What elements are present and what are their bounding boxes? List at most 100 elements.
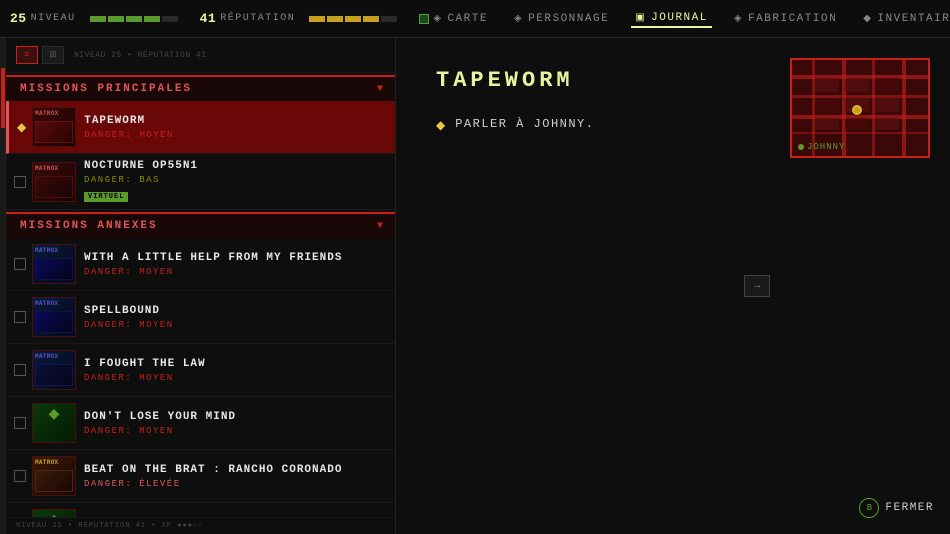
main-missions-header[interactable]: MISSIONS PRINCIPALES ▼ bbox=[6, 75, 395, 101]
thumb-img-mind: ◆ bbox=[33, 404, 75, 442]
nav-personnage[interactable]: ◈ PERSONNAGE bbox=[510, 11, 613, 27]
thumb-art-spellbound bbox=[35, 311, 73, 333]
thumb-brat-glen: ◆ bbox=[32, 509, 76, 517]
rep-value: 41 bbox=[200, 11, 217, 26]
journal-icon: ▣ bbox=[635, 12, 646, 24]
mission-name-mind: DON'T LOSE YOUR MIND bbox=[84, 411, 387, 423]
navbar: 25 NIVEAU 41 RÉPUTATION ◈ CA bbox=[0, 0, 950, 38]
checkbox-mind bbox=[14, 417, 26, 429]
rep-bar-segments bbox=[309, 16, 397, 22]
mission-name-brat-rancho: BEAT ON THE BRAT : RANCHO CORONADO bbox=[84, 464, 387, 476]
sidebar-view-btn-2[interactable]: ⊞ bbox=[42, 46, 64, 64]
missions-list: MISSIONS PRINCIPALES ▼ ◆ MATROX TAPEWORM… bbox=[6, 73, 395, 517]
thumb-img-friends: MATROX bbox=[33, 245, 75, 283]
fabrication-icon: ◈ bbox=[734, 13, 743, 25]
thumb-tapeworm: MATROX bbox=[32, 107, 76, 147]
thumb-art-tapeworm bbox=[35, 121, 73, 143]
sidebar-bottom-text: NIVEAU 25 • RÉPUTATION 41 • XP ●●●○○ bbox=[16, 522, 203, 530]
rep-label: RÉPUTATION bbox=[220, 13, 295, 24]
mission-nocturne[interactable]: MATROX NOCTURNE OP55N1 DANGER: BAS VIRTU… bbox=[6, 154, 395, 210]
mission-friends[interactable]: MATROX WITH A LITTLE HELP FROM MY FRIEND… bbox=[6, 238, 395, 291]
thumb-logo-mind: ◆ bbox=[33, 404, 75, 425]
thumb-img-nocturne: MATROX bbox=[33, 163, 75, 201]
mission-danger-law: DANGER: MOYEN bbox=[84, 373, 387, 383]
mission-brat-glen[interactable]: ◆ BEAT ON THE BRAT : LE GLEN bbox=[6, 503, 395, 517]
main-missions-title: MISSIONS PRINCIPALES bbox=[20, 83, 192, 95]
mission-danger-friends: DANGER: MOYEN bbox=[84, 267, 387, 277]
nav-journal[interactable]: ▣ JOURNAL bbox=[631, 10, 712, 28]
mission-info-mind: DON'T LOSE YOUR MIND DANGER: MOYEN bbox=[84, 411, 387, 436]
mission-info-spellbound: SPELLBOUND DANGER: MOYEN bbox=[84, 305, 387, 330]
mission-info-friends: WITH A LITTLE HELP FROM MY FRIENDS DANGE… bbox=[84, 252, 387, 277]
nav-menu: ◈ CARTE ◈ PERSONNAGE ▣ JOURNAL ◈ FABRICA… bbox=[429, 10, 950, 28]
thumb-spellbound: MATROX bbox=[32, 297, 76, 337]
nav-journal-label: JOURNAL bbox=[651, 12, 708, 24]
sidebar-bottom: NIVEAU 25 • RÉPUTATION 41 • XP ●●●○○ bbox=[6, 517, 395, 534]
thumb-logo-law: MATROX bbox=[33, 351, 75, 362]
thumb-img-brat-glen: ◆ bbox=[33, 510, 75, 517]
thumb-img-spellbound: MATROX bbox=[33, 298, 75, 336]
thumb-img-tapeworm: MATROX bbox=[33, 108, 75, 146]
thumb-mind: ◆ bbox=[32, 403, 76, 443]
mission-name-law: I FOUGHT THE LAW bbox=[84, 358, 387, 370]
nav-inventaire[interactable]: ◆ INVENTAIRE bbox=[859, 11, 950, 27]
thumb-brat-rancho: MATROX bbox=[32, 456, 76, 496]
mission-danger-brat-rancho: DANGER: ÉLEVÉE bbox=[84, 479, 387, 489]
checkbox-nocturne bbox=[14, 176, 26, 188]
thumb-logo-brat-rancho: MATROX bbox=[33, 457, 75, 468]
mission-law[interactable]: MATROX I FOUGHT THE LAW DANGER: MOYEN bbox=[6, 344, 395, 397]
sidebar-info-text: NIVEAU 25 • RÉPUTATION 41 bbox=[74, 51, 207, 60]
thumb-logo-tapeworm: MATROX bbox=[33, 108, 75, 119]
mission-badge-nocturne: VIRTUEL bbox=[84, 192, 128, 202]
rep-stat: 41 RÉPUTATION bbox=[200, 11, 296, 26]
level-value: 25 bbox=[10, 11, 27, 26]
nav-fabrication[interactable]: ◈ FABRICATION bbox=[730, 11, 841, 27]
mission-brat-rancho[interactable]: MATROX BEAT ON THE BRAT : RANCHO CORONAD… bbox=[6, 450, 395, 503]
level-label: NIVEAU bbox=[31, 13, 76, 24]
map-thumbnail[interactable]: JOHNNY bbox=[790, 58, 930, 158]
main-missions-chevron: ▼ bbox=[377, 84, 383, 95]
sidebar-view-btn-1[interactable]: ≡ bbox=[16, 46, 38, 64]
thumb-img-law: MATROX bbox=[33, 351, 75, 389]
mission-name-tapeworm: TAPEWORM bbox=[84, 115, 387, 127]
scroll-thumb bbox=[1, 68, 5, 128]
nav-carte[interactable]: ◈ CARTE bbox=[429, 11, 492, 27]
inventaire-icon: ◆ bbox=[863, 13, 872, 25]
mission-info-law: I FOUGHT THE LAW DANGER: MOYEN bbox=[84, 358, 387, 383]
mission-info-nocturne: NOCTURNE OP55N1 DANGER: BAS VIRTUEL bbox=[84, 160, 387, 203]
side-missions-header[interactable]: MISSIONS ANNEXES ▼ bbox=[6, 212, 395, 238]
rep-bars bbox=[309, 16, 397, 22]
thumb-logo-spellbound: MATROX bbox=[33, 298, 75, 309]
nav-inventaire-label: INVENTAIRE bbox=[877, 13, 950, 25]
map-dot bbox=[798, 144, 804, 150]
close-button[interactable]: B FERMER bbox=[859, 498, 934, 518]
checkbox-spellbound bbox=[14, 311, 26, 323]
mission-name-spellbound: SPELLBOUND bbox=[84, 305, 387, 317]
pin-icon-tapeworm: ◆ bbox=[17, 120, 26, 135]
thumb-logo-friends: MATROX bbox=[33, 245, 75, 256]
status-indicator bbox=[419, 14, 429, 24]
status-dot bbox=[419, 14, 429, 24]
side-missions-chevron: ▼ bbox=[377, 221, 383, 232]
main-content: ≡ ⊞ NIVEAU 25 • RÉPUTATION 41 MISSIONS P… bbox=[0, 38, 950, 534]
thumb-logo-nocturne: MATROX bbox=[33, 163, 75, 174]
mission-name-friends: WITH A LITTLE HELP FROM MY FRIENDS bbox=[84, 252, 387, 264]
mission-spellbound[interactable]: MATROX SPELLBOUND DANGER: MOYEN bbox=[6, 291, 395, 344]
nav-fabrication-label: FABRICATION bbox=[748, 13, 837, 25]
mission-tapeworm[interactable]: ◆ MATROX TAPEWORM DANGER: MOYEN bbox=[6, 101, 395, 154]
list-icon: ≡ bbox=[24, 50, 29, 60]
center-action-button[interactable]: → bbox=[744, 275, 770, 297]
thumb-nocturne: MATROX bbox=[32, 162, 76, 202]
thumb-friends: MATROX bbox=[32, 244, 76, 284]
mission-danger-nocturne: DANGER: BAS bbox=[84, 175, 387, 185]
mission-info-brat-rancho: BEAT ON THE BRAT : RANCHO CORONADO DANGE… bbox=[84, 464, 387, 489]
mission-mind[interactable]: ◆ DON'T LOSE YOUR MIND DANGER: MOYEN bbox=[6, 397, 395, 450]
close-circle-icon: B bbox=[859, 498, 879, 518]
level-stat: 25 NIVEAU bbox=[10, 11, 76, 26]
thumb-art-friends bbox=[35, 258, 73, 280]
map-label: JOHNNY bbox=[798, 142, 845, 152]
checkbox-friends bbox=[14, 258, 26, 270]
personnage-icon: ◈ bbox=[514, 13, 523, 25]
objective-text-1: PARLER À JOHNNY. bbox=[455, 117, 594, 131]
thumb-art-law bbox=[35, 364, 73, 386]
